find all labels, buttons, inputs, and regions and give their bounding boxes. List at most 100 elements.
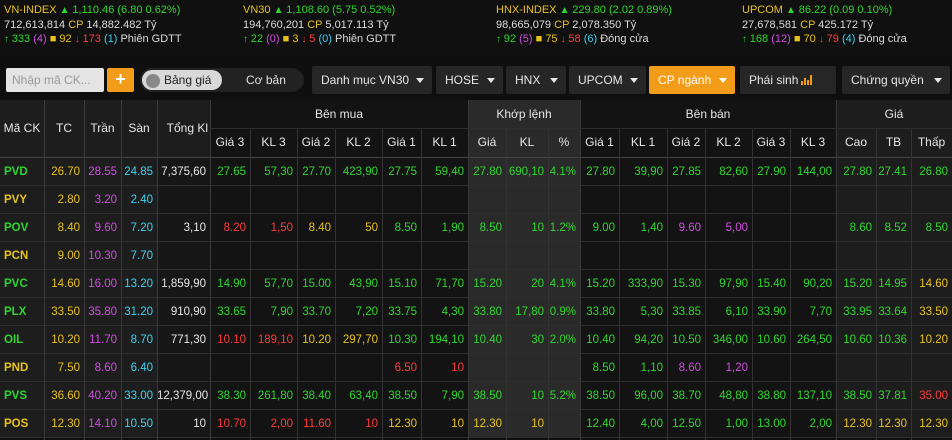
index-line-1: VN-INDEX ▲ 1,110.46 (6.80 0.62%) bbox=[4, 3, 182, 18]
cell-sym[interactable]: PCN bbox=[0, 242, 44, 270]
index-block[interactable]: VN30 ▲ 1,108.60 (5.75 0.52%) 194,760,201 … bbox=[243, 3, 396, 47]
cell-tran: 10.30 bbox=[84, 242, 121, 270]
up-arrow-icon: ↑ bbox=[742, 34, 750, 45]
col-header-cao[interactable]: Cao bbox=[836, 128, 876, 157]
col-header-bk1[interactable]: KL 1 bbox=[421, 128, 468, 157]
cell-sk2: 5,00 bbox=[705, 214, 752, 242]
column-divider bbox=[297, 128, 298, 440]
menu-ch-ng-quy-n[interactable]: Chứng quyền bbox=[842, 66, 950, 94]
col-header-tran[interactable]: Trần bbox=[84, 100, 121, 157]
cell-tb: 27.41 bbox=[876, 158, 911, 186]
cell-sym[interactable]: OIL bbox=[0, 326, 44, 354]
col-header-sym[interactable]: Mã CK bbox=[0, 100, 44, 157]
col-header-tb[interactable]: TB bbox=[876, 128, 911, 157]
menu-label: UPCOM bbox=[578, 73, 623, 87]
view-toggle[interactable]: Bảng giá Cơ bản bbox=[140, 68, 304, 92]
index-summary-bar: VN-INDEX ▲ 1,110.46 (6.80 0.62%) 712,613,… bbox=[0, 0, 952, 56]
cell-sk3 bbox=[790, 186, 836, 214]
cell-b3: 10.70 bbox=[210, 410, 250, 438]
decliners-count: 173 bbox=[82, 33, 101, 45]
menu-ph-i-sinh[interactable]: Phái sinh bbox=[740, 66, 836, 94]
cell-tb: 10.36 bbox=[876, 326, 911, 354]
index-value: 1,108.60 bbox=[286, 4, 330, 16]
cell-mk bbox=[506, 186, 548, 214]
cell-sk3: 264,50 bbox=[790, 326, 836, 354]
cell-sk2: 82,60 bbox=[705, 158, 752, 186]
menu-cp-ng-nh[interactable]: CP ngành bbox=[649, 66, 735, 94]
cell-bk2: 63,40 bbox=[335, 382, 382, 410]
cell-cao: 27.80 bbox=[836, 158, 876, 186]
toggle-basic[interactable]: Cơ bản bbox=[246, 70, 286, 90]
cell-thap bbox=[911, 354, 952, 382]
menu-danh-m-c-vn30[interactable]: Danh mục VN30 bbox=[312, 66, 432, 94]
bar-chart-icon bbox=[801, 75, 813, 85]
menu-upcom[interactable]: UPCOM bbox=[569, 66, 646, 94]
cell-bk2: 297,70 bbox=[335, 326, 382, 354]
col-header-s3[interactable]: Giá 3 bbox=[752, 128, 790, 157]
index-block[interactable]: UPCOM ▲ 86.22 (0.09 0.10%) 27,678,581 CP … bbox=[742, 3, 907, 47]
col-header-sk2[interactable]: KL 2 bbox=[705, 128, 752, 157]
cell-sk1 bbox=[619, 186, 667, 214]
unchanged-count: 75 bbox=[545, 33, 558, 45]
col-header-sk1[interactable]: KL 1 bbox=[619, 128, 667, 157]
cell-b1 bbox=[382, 186, 421, 214]
col-header-tc[interactable]: TC bbox=[44, 100, 84, 157]
col-header-b3[interactable]: Giá 3 bbox=[210, 128, 250, 157]
cell-bk3 bbox=[250, 354, 297, 382]
cell-sym[interactable]: PVD bbox=[0, 158, 44, 186]
cell-bk1: 7,90 bbox=[421, 382, 468, 410]
cell-sk2: 346,00 bbox=[705, 326, 752, 354]
cell-mp: 10.40 bbox=[468, 326, 506, 354]
index-block[interactable]: HNX-INDEX ▲ 229.80 (2.02 0.89%) 98,665,07… bbox=[496, 3, 672, 47]
ceiling-count: (4) bbox=[33, 33, 47, 45]
cell-cao: 38.50 bbox=[836, 382, 876, 410]
cell-mpct bbox=[548, 354, 580, 382]
col-header-mpct[interactable]: % bbox=[548, 128, 580, 157]
col-header-s2[interactable]: Giá 2 bbox=[667, 128, 705, 157]
index-cp-label: CP bbox=[307, 19, 323, 31]
col-header-sk3[interactable]: KL 3 bbox=[790, 128, 836, 157]
col-header-b2[interactable]: Giá 2 bbox=[297, 128, 335, 157]
column-divider bbox=[382, 128, 383, 440]
stock-search-input[interactable] bbox=[6, 68, 104, 92]
up-arrow-icon: ▲ bbox=[59, 5, 73, 16]
cell-tb bbox=[876, 242, 911, 270]
cell-mpct: 4.1% bbox=[548, 158, 580, 186]
menu-label: CP ngành bbox=[658, 73, 712, 87]
cell-sk1: 4,00 bbox=[619, 410, 667, 438]
cell-mpct bbox=[548, 242, 580, 270]
col-header-san[interactable]: Sàn bbox=[121, 100, 157, 157]
toggle-price-board[interactable]: Bảng giá bbox=[142, 70, 222, 90]
index-block[interactable]: VN-INDEX ▲ 1,110.46 (6.80 0.62%) 712,613,… bbox=[4, 3, 182, 47]
cell-sym[interactable]: PVS bbox=[0, 382, 44, 410]
col-header-bk3[interactable]: KL 3 bbox=[250, 128, 297, 157]
col-header-bk2[interactable]: KL 2 bbox=[335, 128, 382, 157]
col-header-tong[interactable]: Tổng Kl bbox=[157, 100, 210, 157]
cell-b1 bbox=[382, 242, 421, 270]
col-header-mk[interactable]: KL bbox=[506, 128, 548, 157]
cell-mk bbox=[506, 354, 548, 382]
col-header-b1[interactable]: Giá 1 bbox=[382, 128, 421, 157]
cell-sym[interactable]: PVC bbox=[0, 270, 44, 298]
cell-san: 2.40 bbox=[121, 186, 157, 214]
cell-sym[interactable]: PND bbox=[0, 354, 44, 382]
col-header-thap[interactable]: Thấp bbox=[911, 128, 952, 157]
menu-hose[interactable]: HOSE bbox=[436, 66, 503, 94]
flat-square-icon: ■ bbox=[282, 33, 293, 45]
menu-hnx[interactable]: HNX bbox=[506, 66, 566, 94]
cell-tc: 33.50 bbox=[44, 298, 84, 326]
cell-s1: 8.50 bbox=[580, 354, 619, 382]
cell-mp: 8.50 bbox=[468, 214, 506, 242]
cell-sym[interactable]: PLX bbox=[0, 298, 44, 326]
cell-sym[interactable]: POS bbox=[0, 410, 44, 438]
cell-s1: 12.40 bbox=[580, 410, 619, 438]
col-header-s1[interactable]: Giá 1 bbox=[580, 128, 619, 157]
cell-bk1 bbox=[421, 186, 468, 214]
col-header-mp[interactable]: Giá bbox=[468, 128, 506, 157]
add-stock-button[interactable]: + bbox=[107, 68, 134, 92]
cell-sym[interactable]: POV bbox=[0, 214, 44, 242]
index-line-2: 194,760,201 CP 5,017.113 Tỷ bbox=[243, 18, 396, 32]
column-divider bbox=[876, 128, 877, 440]
cell-sym[interactable]: PVY bbox=[0, 186, 44, 214]
cell-b2: 10.20 bbox=[297, 326, 335, 354]
